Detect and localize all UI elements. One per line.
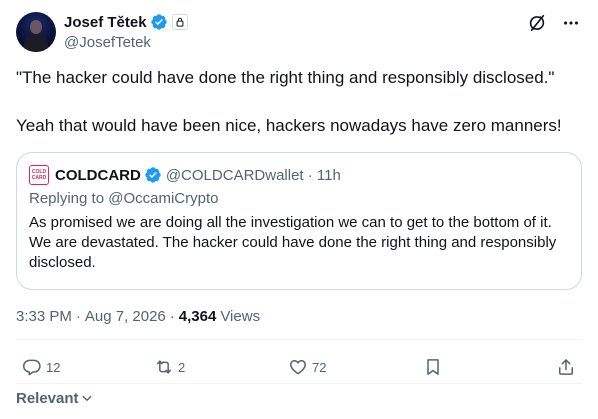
replying-to: Replying to @OccamiCrypto [29,190,219,207]
repost-button[interactable]: 2 [154,354,185,380]
verified-badge-icon [144,166,162,184]
author-display-name[interactable]: Josef Tětek [64,14,147,31]
reply-button[interactable]: 12 [22,354,60,380]
action-bar: 12 2 72 [16,354,582,380]
lock-icon [171,14,188,30]
avatar[interactable] [16,12,56,52]
views-label: Views [220,307,261,325]
like-count: 72 [312,359,327,375]
bookmark-icon [427,359,439,375]
views-count: 4,364 [178,307,217,325]
tweet-time[interactable]: 3:33 PM [16,308,72,325]
tweet-header: Josef Tětek @JosefTetek [16,12,582,52]
repost-count: 2 [178,359,186,375]
grok-icon[interactable] [526,12,548,34]
tweet-paragraph-2: Yeah that would have been nice, hackers … [16,116,562,135]
quoted-author-handle: @COLDCARDwallet · 11h [165,166,341,184]
chevron-down-icon [82,395,91,401]
author-block: Josef Tětek @JosefTetek [64,12,188,52]
verified-badge-icon[interactable] [150,13,168,31]
tweet-text: "The hacker could have done the right th… [16,66,582,138]
coldcard-logo: COLD CARD [29,165,49,185]
divider [16,339,582,340]
meta-separator: · [169,307,175,325]
more-icon[interactable] [560,12,582,34]
sort-relevant-button[interactable]: Relevant [16,388,93,408]
heart-icon [290,360,306,375]
reply-icon [23,359,41,376]
quoted-tweet-header: COLD CARD COLDCARD @COLDCARDwallet · 11h [29,165,569,185]
sort-label: Relevant [16,389,79,407]
tweet-meta: 3:33 PM · Aug 7, 2026 · 4,364 Views [16,306,260,326]
quoted-tweet-text: As promised we are doing all the investi… [29,214,557,271]
tweet-paragraph-1: "The hacker could have done the right th… [16,68,555,87]
author-handle[interactable]: @JosefTetek [64,34,188,52]
reply-count: 12 [46,359,61,375]
meta-separator: · [75,307,81,325]
divider [16,383,582,384]
tweet-date[interactable]: Aug 7, 2026 [85,308,166,325]
quoted-tweet[interactable]: COLD CARD COLDCARD @COLDCARDwallet · 11h … [16,152,582,290]
header-actions [526,12,582,34]
bookmark-button[interactable] [423,354,443,380]
name-row: Josef Tětek [64,12,188,32]
share-button[interactable] [556,354,576,380]
repost-icon [157,360,171,374]
like-button[interactable]: 72 [288,354,326,380]
share-icon [559,359,573,375]
quoted-author-name[interactable]: COLDCARD [55,167,141,184]
